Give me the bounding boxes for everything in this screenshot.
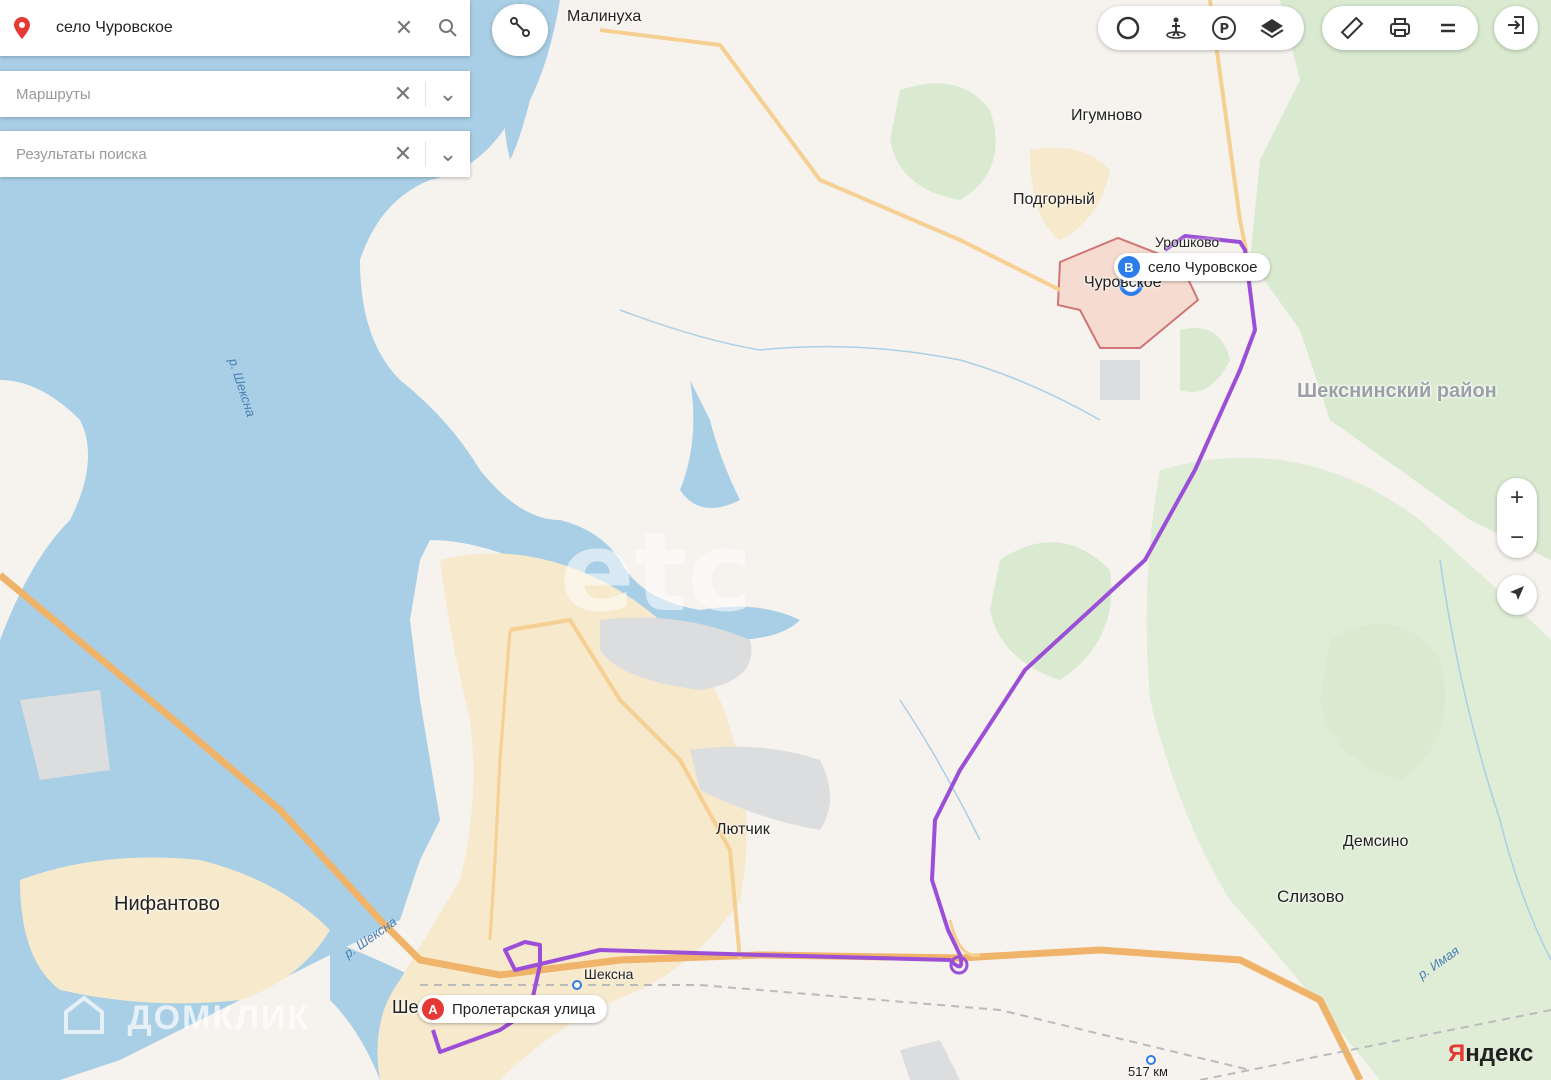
- layers-toolbar: P: [1098, 6, 1304, 50]
- yandex-logo: Яндекс: [1448, 1040, 1533, 1068]
- routes-panel-label: Маршруты: [16, 85, 91, 103]
- search-panel: село Чуровское ✕: [0, 0, 470, 56]
- menu-icon[interactable]: [1424, 6, 1472, 50]
- etc-watermark: etc: [560, 508, 752, 636]
- start-point-label: Пролетарская улица: [452, 1000, 596, 1018]
- parking-icon[interactable]: P: [1200, 6, 1248, 50]
- zoom-control: + −: [1497, 478, 1537, 558]
- end-point-marker[interactable]: B село Чуровское: [1114, 253, 1270, 281]
- start-point-marker[interactable]: A Пролетарская улица: [418, 995, 608, 1023]
- clear-search-icon[interactable]: ✕: [382, 6, 426, 50]
- place-lyutchik: Лютчик: [716, 821, 770, 838]
- close-results-icon[interactable]: ✕: [381, 132, 425, 176]
- place-igumnovo: Игумново: [1071, 107, 1143, 124]
- place-demsino: Демсино: [1343, 833, 1409, 850]
- search-input[interactable]: село Чуровское: [42, 19, 382, 37]
- place-podgorny: Подгорный: [1013, 191, 1095, 208]
- panorama-icon[interactable]: [1152, 6, 1200, 50]
- domclick-watermark: ДОМКЛИК: [62, 992, 310, 1045]
- ruler-icon[interactable]: [1328, 6, 1376, 50]
- close-routes-icon[interactable]: ✕: [381, 72, 425, 116]
- place-uroshkovo: Урошково: [1155, 234, 1220, 250]
- yandex-logo-first: Я: [1448, 1040, 1466, 1067]
- traffic-icon[interactable]: [1104, 6, 1152, 50]
- place-district: Шекснинский район: [1297, 380, 1497, 402]
- search-icon[interactable]: [426, 6, 470, 50]
- login-icon: [1505, 14, 1527, 42]
- login-button[interactable]: [1494, 6, 1538, 50]
- place-sheksna-station: Шексна: [584, 966, 634, 982]
- place-nifantovo: Нифантово: [114, 893, 220, 915]
- place-km-post: 517 км: [1128, 1064, 1168, 1079]
- results-panel[interactable]: Результаты поиска ✕ ⌄: [0, 131, 470, 177]
- km-post-dot: [1146, 1055, 1156, 1065]
- chevron-down-icon[interactable]: ⌄: [426, 132, 470, 176]
- end-point-label: село Чуровское: [1148, 258, 1258, 276]
- tools-toolbar: [1322, 6, 1478, 50]
- house-icon: [62, 992, 106, 1045]
- place-malinukha: Малинуха: [567, 8, 642, 25]
- results-panel-label: Результаты поиска: [16, 145, 147, 163]
- routes-panel[interactable]: Маршруты ✕ ⌄: [0, 71, 470, 117]
- print-icon[interactable]: [1376, 6, 1424, 50]
- end-point-letter: B: [1118, 256, 1140, 278]
- chevron-down-icon[interactable]: ⌄: [426, 72, 470, 116]
- place-sheksna-city: Ше: [392, 997, 419, 1017]
- zoom-out-button[interactable]: −: [1497, 518, 1537, 558]
- svg-text:P: P: [1220, 22, 1230, 37]
- geolocation-button[interactable]: [1497, 575, 1537, 615]
- yandex-logo-rest: ндекс: [1465, 1040, 1534, 1067]
- route-button[interactable]: [492, 4, 548, 56]
- start-point-letter: A: [422, 998, 444, 1020]
- zoom-in-button[interactable]: +: [1497, 478, 1537, 518]
- route-icon: [508, 15, 532, 45]
- location-pin-icon: [14, 17, 42, 39]
- station-dot: [572, 980, 582, 990]
- navigation-arrow-icon: [1508, 582, 1526, 608]
- domclick-text: ДОМКЛИК: [127, 999, 311, 1037]
- layers-icon[interactable]: [1248, 6, 1296, 50]
- place-slizovo: Слизово: [1277, 887, 1345, 906]
